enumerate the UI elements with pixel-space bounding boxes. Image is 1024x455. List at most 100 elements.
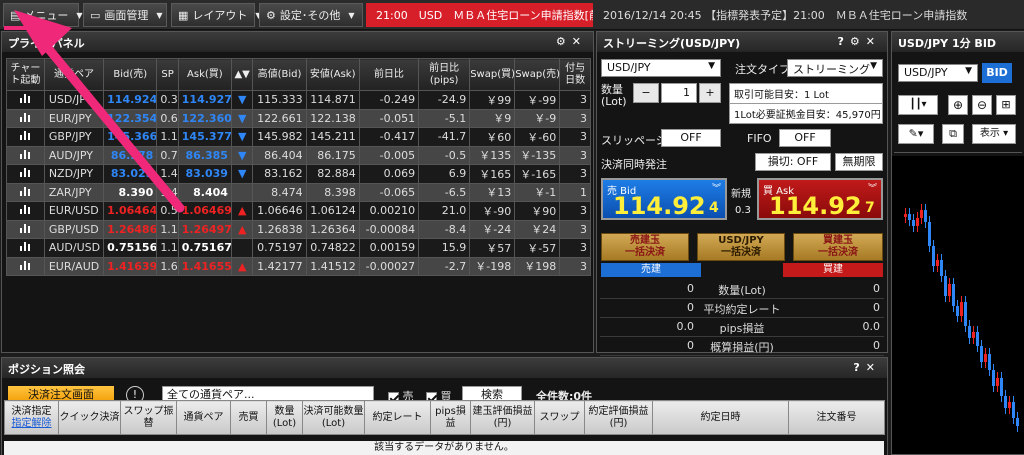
price-table-row[interactable]: EUR/USD 1.06464 0.5 1.06469 ▲ 1.06646 1.06124 0… [6, 201, 591, 221]
gear-icon[interactable]: ⚙ [556, 35, 572, 48]
chart-launch-icon[interactable] [6, 238, 45, 258]
position-table-header[interactable]: 約定レート [364, 400, 431, 435]
bid-price-last-digit: 4 [709, 200, 719, 216]
candlestick-icon: ┃┃▾ [909, 99, 927, 110]
expiry-select[interactable]: 無期限 [835, 153, 883, 171]
buy-ask-button[interactable]: 買 Ask ︾ 114.92 7 [757, 178, 883, 220]
change-pips: 15.9 [418, 238, 471, 258]
display-menu-button[interactable]: 表示 ▾ [972, 124, 1016, 144]
chevron-down-icon: ▼ [965, 66, 972, 76]
close-icon[interactable]: ✕ [866, 361, 881, 374]
price-table-row[interactable]: ZAR/JPY 8.390 1.4 8.404 8.474 8.398 -0.065 -6.5… [6, 182, 591, 202]
swap-sell: ￥-9 [514, 108, 561, 128]
chart-launch-icon[interactable] [6, 145, 45, 165]
ask-price: 1.06469 [177, 201, 232, 221]
direction-arrow-icon: ▼ [230, 145, 254, 165]
low-price: 145.211 [305, 127, 360, 147]
position-table-header[interactable]: pips損益 [430, 400, 471, 435]
price-table-row[interactable]: GBP/JPY 145.366 1.1 145.377 ▼ 145.982 145.211-… [6, 127, 591, 147]
position-table-header[interactable]: 売買 [230, 400, 267, 435]
position-table-header[interactable]: 建玉評価損益(円) [470, 400, 535, 435]
sell-bid-button[interactable]: 売 Bid ︾ 114.92 4 [601, 178, 727, 220]
price-table-header: Bid(売) [103, 58, 158, 91]
ask-price: 1.41655 [177, 256, 232, 276]
grant-days: 3 [559, 90, 591, 110]
chart-launch-icon[interactable] [6, 219, 45, 239]
quantity-increment-button[interactable]: + [699, 83, 721, 103]
help-icon[interactable]: ? [838, 35, 850, 48]
position-table-header[interactable]: クイック決済 [58, 400, 121, 435]
stop-loss-toggle[interactable]: 損切: OFF [755, 153, 831, 171]
candle-body [908, 214, 911, 220]
spread: 0.3 [156, 90, 179, 110]
position-table-header[interactable]: 約定評価損益(円) [584, 400, 653, 435]
help-icon[interactable]: ? [853, 361, 865, 374]
chart-pair-select[interactable]: USD/JPY ▼ [898, 64, 978, 82]
position-table-header[interactable]: 数量(Lot) [266, 400, 303, 435]
order-type-select[interactable]: ストリーミング ▼ [787, 59, 883, 77]
position-table-header[interactable]: スワップ振替 [120, 400, 177, 435]
streaming-panel-header: ストリーミング(USD/JPY) ?⚙✕ [597, 32, 887, 52]
chart-launch-icon[interactable] [6, 164, 45, 184]
menu-button[interactable]: ▤ メニュー ▼ [3, 3, 83, 27]
low-price: 8.398 [305, 182, 360, 202]
zoom-in-button[interactable]: ⊕ [948, 95, 968, 115]
position-table-header[interactable]: 決済可能数量(Lot) [302, 400, 365, 435]
news-ticker[interactable]: 2016/12/14 20:45 【指標発表予定】21:00 ＭＢＡ住宅ローン申… [603, 3, 967, 27]
fifo-toggle[interactable]: OFF [779, 129, 831, 147]
screen-management-button[interactable]: ▭ 画面管理 ▼ [83, 3, 167, 27]
quantity-input[interactable]: 1 [661, 83, 697, 103]
economic-alert-banner[interactable]: 21:00 USD ＭＢＡ住宅ローン申請指数[前週 [366, 3, 593, 27]
candle-body [904, 214, 907, 217]
swap-buy: ￥99 [469, 90, 516, 110]
layout-button[interactable]: ▦ レイアウト ▼ [171, 3, 262, 27]
currency-pair: EUR/USD [43, 201, 105, 221]
candlestick-chart[interactable] [892, 156, 1024, 454]
settings-button[interactable]: ⚙ 設定･その他 ▼ [259, 3, 363, 27]
price-table-row[interactable]: AUD/USD 0.75156 1.1 0.75167 0.75197 0.74822 0.… [6, 238, 591, 258]
position-table-header[interactable]: 約定日時 [652, 400, 789, 435]
chart-type-button[interactable]: ┃┃▾ [898, 95, 938, 115]
unassign-link[interactable]: 指定解除 [12, 418, 52, 429]
bid-price: 0.75156 [103, 238, 158, 258]
position-table-header[interactable]: 注文番号 [788, 400, 885, 435]
close-icon[interactable]: ✕ [866, 35, 881, 48]
grant-days: 3 [559, 145, 591, 165]
chart-launch-icon[interactable] [6, 127, 45, 147]
draw-tool-button[interactable]: ✎▾ [898, 124, 934, 144]
quantity-decrement-button[interactable]: − [633, 83, 659, 103]
position-summary-row: 0.0 pips損益 0.0 [600, 318, 884, 337]
high-price: 122.661 [252, 108, 307, 128]
swap-buy: ￥60 [469, 127, 516, 147]
close-all-pair-button[interactable]: USD/JPY 一括決済 [697, 233, 785, 261]
chart-launch-icon[interactable] [6, 182, 45, 202]
chart-launch-icon[interactable] [6, 90, 45, 110]
price-table-row[interactable]: EUR/JPY 122.354 0.6 122.360 ▼ 122.661 122.138-… [6, 108, 591, 128]
order-type-label: 注文タイプ [735, 63, 790, 76]
close-icon[interactable]: ✕ [572, 35, 587, 48]
copy-chart-button[interactable]: ⧉ [942, 124, 964, 144]
price-table-row[interactable]: AUD/JPY 86.378 0.7 86.385 ▼ 86.404 86.175 -0.00… [6, 145, 591, 165]
chart-bid-toggle[interactable]: BID [982, 63, 1012, 83]
price-table-row[interactable]: GBP/USD 1.26486 1.1 1.26497 ▲ 1.26838 1.26364-… [6, 219, 591, 239]
price-table-row[interactable]: NZD/JPY 83.025 1.4 83.039 ▼ 83.162 82.884 0.069… [6, 164, 591, 184]
chart-tool-button[interactable]: ⊞ [996, 95, 1016, 115]
position-table-header[interactable]: スワップ [534, 400, 585, 435]
currency-pair: USD/JPY [43, 90, 105, 110]
slippage-toggle[interactable]: OFF [661, 129, 721, 147]
close-all-buy-button[interactable]: 買建玉 一括決済 [793, 233, 883, 261]
price-table-row[interactable]: EUR/AUD 1.41639 1.6 1.41655 ▲ 1.42177 1.41512-… [6, 256, 591, 276]
close-all-sell-button[interactable]: 売建玉 一括決済 [601, 233, 689, 261]
chart-launch-icon[interactable] [6, 256, 45, 276]
price-table-header: Ask(買) [177, 58, 232, 91]
position-table-header[interactable]: 決済指定 指定解除 [4, 400, 59, 435]
currency-pair-select[interactable]: USD/JPY ▼ [601, 59, 721, 77]
spread: 1.4 [156, 164, 179, 184]
price-table-row[interactable]: USD/JPY 114.924 0.3 114.927 ▼ 115.333 114.871-… [6, 90, 591, 110]
chart-launch-icon[interactable] [6, 201, 45, 221]
position-table-header[interactable]: 通貨ペア [176, 400, 231, 435]
change-pips: -8.4 [418, 219, 471, 239]
gear-icon[interactable]: ⚙ [850, 35, 866, 48]
chart-launch-icon[interactable] [6, 108, 45, 128]
zoom-out-button[interactable]: ⊖ [972, 95, 992, 115]
